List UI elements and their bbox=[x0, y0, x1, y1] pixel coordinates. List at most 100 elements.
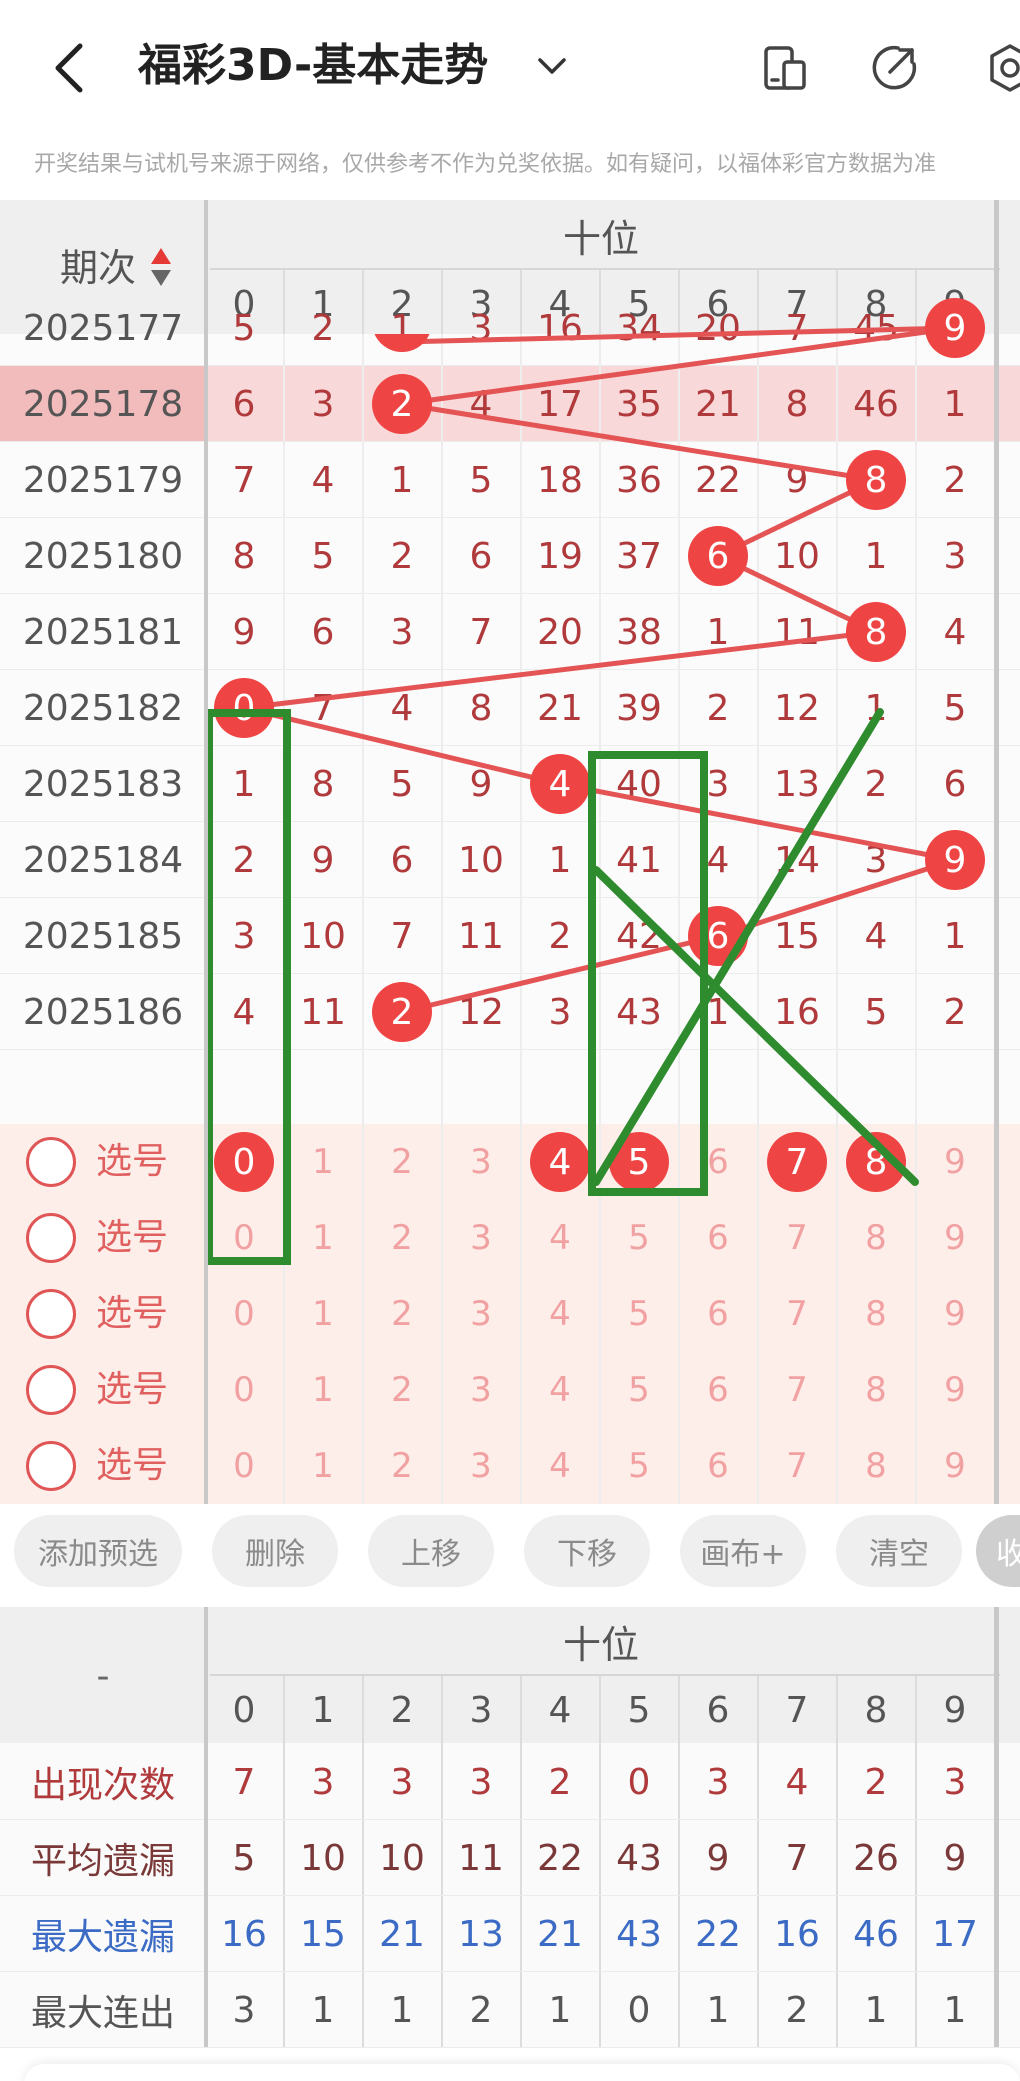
pick-row-radio[interactable] bbox=[26, 1213, 76, 1263]
pick-digit[interactable]: 8 bbox=[837, 1200, 916, 1276]
pick-digit[interactable]: 9 bbox=[916, 1124, 995, 1200]
pick-digit[interactable]: 5 bbox=[600, 1428, 679, 1504]
pick-digit[interactable]: 3 bbox=[442, 1428, 521, 1504]
pick-digit[interactable]: 4 bbox=[521, 1200, 600, 1276]
miss-count-cell: 5 bbox=[943, 687, 967, 729]
miss-count-cell: 3 bbox=[469, 307, 493, 349]
delete-button[interactable]: 删除 bbox=[212, 1515, 338, 1587]
period-cell: 2025177 bbox=[22, 307, 184, 349]
back-arrow-icon[interactable] bbox=[50, 40, 90, 96]
pick-digit-selected[interactable]: 8 bbox=[846, 1132, 906, 1192]
device-icon[interactable] bbox=[758, 42, 810, 94]
miss-count-cell: 16 bbox=[537, 307, 583, 349]
pick-digit[interactable]: 7 bbox=[758, 1352, 837, 1428]
stats-value-cell: 16 bbox=[221, 1913, 267, 1955]
stats-row-divider bbox=[0, 2047, 1020, 2048]
pick-digit[interactable]: 3 bbox=[442, 1276, 521, 1352]
miss-count-cell: 20 bbox=[537, 611, 583, 653]
pick-digit[interactable]: 7 bbox=[758, 1276, 837, 1352]
pick-row-label[interactable]: 选号 bbox=[96, 1276, 168, 1352]
pick-digit[interactable]: 8 bbox=[837, 1276, 916, 1352]
winning-ball: 9 bbox=[925, 298, 985, 358]
miss-count-cell: 3 bbox=[706, 763, 730, 805]
pick-digit[interactable]: 6 bbox=[679, 1428, 758, 1504]
pick-digit[interactable]: 0 bbox=[205, 1276, 284, 1352]
pick-digit[interactable]: 2 bbox=[363, 1276, 442, 1352]
pick-digit-selected[interactable]: 0 bbox=[214, 1132, 274, 1192]
pick-digit[interactable]: 6 bbox=[679, 1124, 758, 1200]
pick-row-radio[interactable] bbox=[26, 1365, 76, 1415]
miss-count-cell: 3 bbox=[943, 535, 967, 577]
pick-digit[interactable]: 3 bbox=[442, 1124, 521, 1200]
period-header[interactable]: 期次 bbox=[60, 240, 136, 296]
pick-row-radio[interactable] bbox=[26, 1289, 76, 1339]
add-preselection-button[interactable]: 添加预选 bbox=[14, 1515, 182, 1587]
pick-digit[interactable]: 2 bbox=[363, 1352, 442, 1428]
pick-digit[interactable]: 3 bbox=[442, 1200, 521, 1276]
clear-button[interactable]: 清空 bbox=[836, 1515, 962, 1587]
pick-digit-selected[interactable]: 5 bbox=[609, 1132, 669, 1192]
pick-digit[interactable]: 2 bbox=[363, 1428, 442, 1504]
miss-count-cell: 1 bbox=[864, 535, 888, 577]
miss-count-cell: 8 bbox=[311, 763, 335, 805]
pick-digit[interactable]: 8 bbox=[837, 1428, 916, 1504]
pick-digit[interactable]: 9 bbox=[916, 1352, 995, 1428]
pick-digit[interactable]: 6 bbox=[679, 1200, 758, 1276]
sort-arrows-icon[interactable] bbox=[150, 246, 172, 290]
pick-digit[interactable]: 1 bbox=[284, 1200, 363, 1276]
miss-count-cell: 6 bbox=[311, 611, 335, 653]
frozen-column-divider bbox=[204, 200, 208, 1504]
stats-value-cell: 0 bbox=[627, 1761, 651, 1803]
pick-digit[interactable]: 6 bbox=[679, 1352, 758, 1428]
pick-row-label[interactable]: 选号 bbox=[96, 1124, 168, 1200]
pick-digit[interactable]: 3 bbox=[442, 1352, 521, 1428]
pick-digit[interactable]: 5 bbox=[600, 1200, 679, 1276]
chevron-down-icon[interactable] bbox=[534, 48, 570, 84]
pick-digit[interactable]: 0 bbox=[205, 1352, 284, 1428]
pick-digit[interactable]: 4 bbox=[521, 1276, 600, 1352]
settings-gear-icon[interactable] bbox=[984, 42, 1020, 94]
stats-group-header: 十位 bbox=[562, 1622, 639, 1667]
period-cell: 2025176 bbox=[0, 334, 206, 348]
miss-count-cell: 6 bbox=[232, 383, 256, 425]
collapse-button[interactable]: 收 bbox=[976, 1515, 1020, 1587]
pick-digit[interactable]: 7 bbox=[758, 1200, 837, 1276]
page-title[interactable]: 福彩3D-基本走势 bbox=[138, 36, 488, 96]
pick-digit[interactable]: 1 bbox=[284, 1276, 363, 1352]
stats-value-cell: 2 bbox=[469, 1989, 493, 2031]
pick-digit[interactable]: 9 bbox=[916, 1428, 995, 1504]
pick-digit[interactable]: 7 bbox=[758, 1428, 837, 1504]
pick-digit[interactable]: 5 bbox=[600, 1352, 679, 1428]
stats-digit-header: 4 bbox=[548, 1689, 572, 1731]
pick-digit[interactable]: 4 bbox=[521, 1352, 600, 1428]
canvas-add-button[interactable]: 画布+ bbox=[680, 1515, 806, 1587]
pick-digit[interactable]: 2 bbox=[363, 1124, 442, 1200]
miss-count-cell: 1 bbox=[706, 611, 730, 653]
pick-digit[interactable]: 4 bbox=[521, 1428, 600, 1504]
move-down-button[interactable]: 下移 bbox=[524, 1515, 650, 1587]
move-up-button[interactable]: 上移 bbox=[368, 1515, 494, 1587]
pick-digit[interactable]: 2 bbox=[363, 1200, 442, 1276]
pick-digit-selected[interactable]: 4 bbox=[530, 1132, 590, 1192]
miss-count-cell: 46 bbox=[853, 383, 899, 425]
pick-row-radio[interactable] bbox=[26, 1137, 76, 1187]
winning-ball: 6 bbox=[688, 526, 748, 586]
pick-row-radio[interactable] bbox=[26, 1441, 76, 1491]
share-icon[interactable] bbox=[868, 42, 920, 94]
pick-digit[interactable]: 1 bbox=[284, 1124, 363, 1200]
pick-row-label[interactable]: 选号 bbox=[96, 1352, 168, 1428]
miss-count-cell: 19 bbox=[537, 535, 583, 577]
pick-digit-selected[interactable]: 7 bbox=[767, 1132, 827, 1192]
pick-digit[interactable]: 6 bbox=[679, 1276, 758, 1352]
stats-value-cell: 7 bbox=[785, 1837, 809, 1879]
pick-row-label[interactable]: 选号 bbox=[96, 1200, 168, 1276]
pick-digit[interactable]: 1 bbox=[284, 1352, 363, 1428]
pick-digit[interactable]: 0 bbox=[205, 1428, 284, 1504]
pick-digit[interactable]: 5 bbox=[600, 1276, 679, 1352]
pick-row-label[interactable]: 选号 bbox=[96, 1428, 168, 1504]
pick-digit[interactable]: 8 bbox=[837, 1352, 916, 1428]
pick-digit[interactable]: 9 bbox=[916, 1276, 995, 1352]
pick-digit[interactable]: 9 bbox=[916, 1200, 995, 1276]
pick-digit[interactable]: 1 bbox=[284, 1428, 363, 1504]
pick-digit[interactable]: 0 bbox=[205, 1200, 284, 1276]
